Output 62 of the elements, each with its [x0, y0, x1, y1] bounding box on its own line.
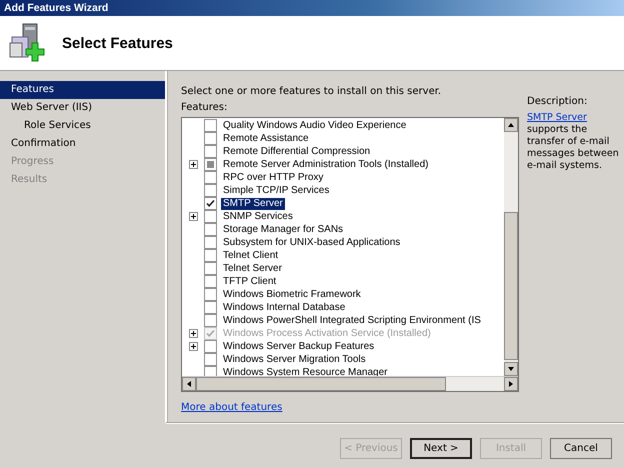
feature-item[interactable]: Telnet Server [221, 262, 284, 274]
checkbox[interactable] [204, 184, 217, 197]
feature-item[interactable]: Windows Server Backup Features [221, 340, 376, 352]
checkbox[interactable] [204, 223, 217, 236]
more-about-features-link[interactable]: More about features [181, 402, 282, 413]
vertical-scrollbar[interactable] [504, 118, 518, 376]
checkbox[interactable] [204, 158, 217, 171]
feature-item[interactable]: RPC over HTTP Proxy [221, 172, 326, 184]
step-item[interactable]: Confirmation [0, 135, 165, 153]
description-text: SMTP Server supports the transfer of e-mail messages between e-mail systems. [527, 112, 620, 172]
checkbox[interactable] [204, 132, 217, 145]
checkbox[interactable] [204, 145, 217, 158]
scroll-thumb[interactable] [196, 377, 446, 391]
features-tree[interactable] [181, 117, 519, 392]
expand-icon[interactable] [188, 212, 198, 221]
step-item[interactable]: Features [0, 81, 165, 99]
checkbox[interactable] [204, 288, 217, 301]
scroll-right-icon[interactable] [504, 377, 518, 391]
feature-item[interactable]: Remote Server Administration Tools (Installed) [221, 158, 430, 170]
window-title: Add Features Wizard [4, 2, 108, 14]
step-item[interactable]: Role Services [0, 117, 165, 135]
step-item[interactable]: Web Server (IIS) [0, 99, 165, 117]
smtp-server-link[interactable]: SMTP Server [527, 112, 587, 123]
checkbox[interactable] [204, 171, 217, 184]
scroll-thumb[interactable] [504, 212, 518, 360]
scroll-left-icon[interactable] [182, 377, 196, 391]
expand-icon[interactable] [188, 342, 198, 351]
feature-item[interactable]: TFTP Client [221, 276, 278, 288]
checkbox[interactable] [204, 197, 217, 210]
feature-item[interactable]: Windows Server Migration Tools [221, 354, 368, 366]
feature-item[interactable]: Remote Assistance [221, 132, 311, 144]
feature-item[interactable]: Storage Manager for SANs [221, 224, 346, 236]
feature-item[interactable]: SMTP Server [221, 198, 285, 210]
instruction-text: Select one or more features to install on this server. [181, 85, 442, 98]
feature-item[interactable]: Windows PowerShell Integrated Scripting Environment (IS [221, 314, 483, 326]
checkbox[interactable] [204, 119, 217, 132]
feature-item[interactable]: SNMP Services [221, 210, 295, 222]
checkbox[interactable] [204, 275, 217, 288]
checkbox[interactable] [204, 262, 217, 275]
feature-item[interactable]: Subsystem for UNIX-based Applications [221, 236, 402, 248]
scroll-down-icon[interactable] [504, 362, 518, 376]
checkbox[interactable] [204, 340, 217, 353]
expand-icon[interactable] [188, 160, 198, 169]
feature-item[interactable]: Windows Internal Database [221, 302, 348, 314]
feature-item[interactable]: Remote Differential Compression [221, 146, 372, 158]
checkbox[interactable] [204, 210, 217, 223]
scroll-up-icon[interactable] [504, 118, 518, 132]
checkbox[interactable] [204, 353, 217, 366]
description-label: Description: [527, 95, 588, 108]
checkbox[interactable] [204, 301, 217, 314]
checkbox[interactable] [204, 249, 217, 262]
feature-item[interactable]: Telnet Client [221, 250, 280, 262]
page-title: Select Features [62, 34, 173, 52]
wizard-button[interactable]: Next > [410, 438, 472, 458]
checkbox[interactable] [204, 314, 217, 327]
feature-item[interactable]: Quality Windows Audio Video Experience [221, 120, 408, 132]
checkbox[interactable] [204, 236, 217, 249]
feature-item[interactable]: Windows Biometric Framework [221, 288, 363, 300]
feature-item[interactable]: Simple TCP/IP Services [221, 184, 332, 196]
features-label: Features: [181, 101, 228, 114]
horizontal-scrollbar[interactable] [182, 376, 518, 391]
wizard-button[interactable]: Cancel [550, 438, 612, 458]
